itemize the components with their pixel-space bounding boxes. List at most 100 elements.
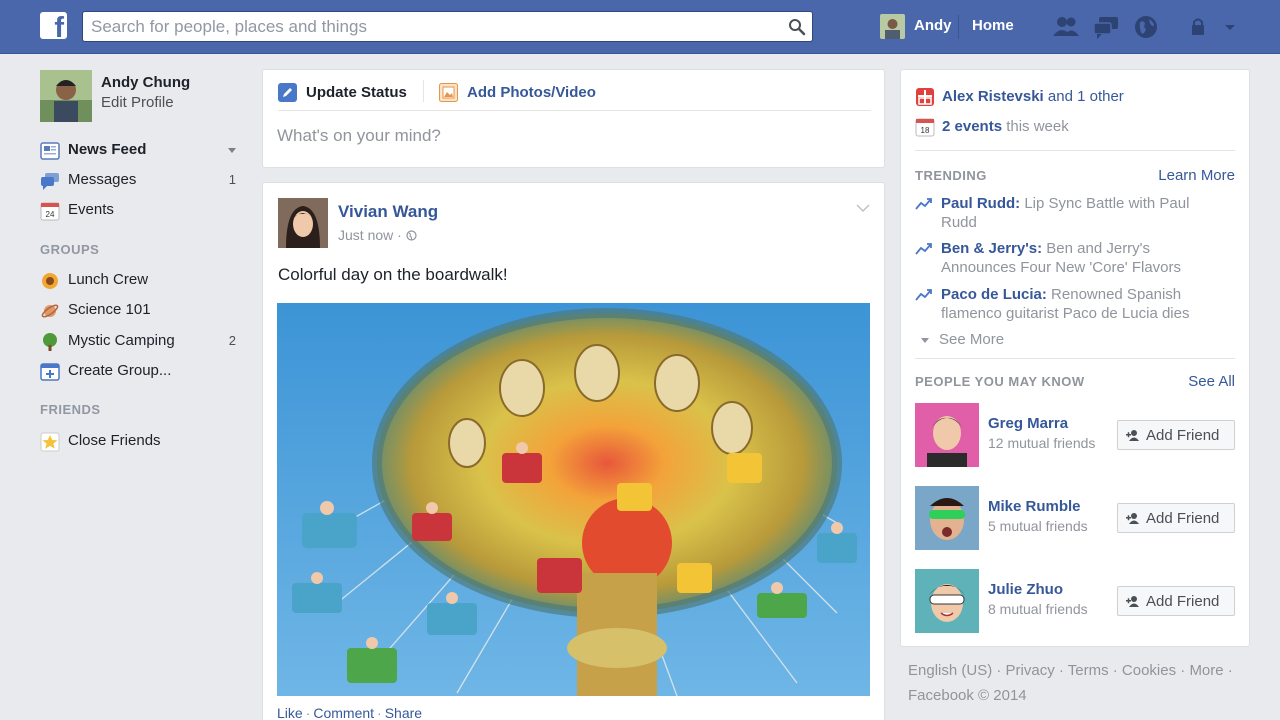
- facebook-logo[interactable]: f: [40, 12, 67, 43]
- sidebar-item-messages[interactable]: Messages 1: [38, 168, 242, 192]
- trending-topic[interactable]: Paul Rudd:: [941, 195, 1020, 212]
- tree-icon: [43, 333, 57, 351]
- add-friend-button[interactable]: Add Friend: [1117, 503, 1235, 533]
- edit-profile-link[interactable]: Edit Profile: [101, 94, 174, 111]
- photo-icon: [439, 83, 458, 102]
- events-count-link[interactable]: 2 events: [942, 118, 1002, 135]
- chevron-down-icon[interactable]: [1222, 14, 1238, 40]
- trending-topic[interactable]: Paco de Lucia:: [941, 286, 1047, 303]
- birthday-rest[interactable]: and 1 other: [1048, 88, 1124, 105]
- mutual-friends-count[interactable]: 8 mutual friends: [988, 601, 1088, 617]
- sidebar-item-create-group[interactable]: Create Group...: [38, 359, 242, 383]
- see-all-link[interactable]: See All: [1188, 373, 1235, 390]
- suggested-friend: Greg Marra 12 mutual friends Add Friend: [915, 403, 1235, 467]
- suggested-friend-name[interactable]: Greg Marra: [988, 415, 1068, 432]
- post-timestamp[interactable]: Just now: [338, 227, 393, 243]
- pencil-icon: [278, 83, 297, 102]
- post-author-avatar[interactable]: [278, 198, 328, 248]
- sidebar-item-count: 1: [228, 172, 236, 187]
- share-link[interactable]: Share: [385, 705, 422, 720]
- trending-text: Paco de Lucia: Renowned Spanish flamenco…: [941, 285, 1211, 323]
- sidebar-item-lunch-crew[interactable]: Lunch Crew: [38, 268, 242, 292]
- sidebar-item-label: Lunch Crew: [68, 271, 149, 288]
- notifications-globe-icon[interactable]: [1132, 14, 1160, 40]
- mutual-friends-count[interactable]: 12 mutual friends: [988, 435, 1095, 451]
- post-options-chevron-icon[interactable]: [856, 203, 870, 213]
- sidebar-item-label: Messages: [68, 171, 137, 188]
- add-friend-icon: [1126, 430, 1139, 441]
- post-timestamp-row: Just now ·: [338, 227, 417, 243]
- sunflower-icon: [42, 273, 58, 289]
- swing-carousel-photo: [277, 303, 870, 696]
- sidebar-item-news-feed[interactable]: News Feed: [38, 138, 242, 162]
- composer-divider: [278, 110, 871, 111]
- action-separator: ·: [305, 705, 311, 720]
- top-user-avatar[interactable]: [880, 14, 905, 39]
- section-divider: [915, 150, 1235, 151]
- section-divider: [915, 358, 1235, 359]
- sidebar-item-science-101[interactable]: Science 101: [38, 298, 242, 322]
- add-friend-label: Add Friend: [1146, 510, 1220, 527]
- expand-caret-icon: [921, 337, 929, 343]
- birthday-person-link[interactable]: Alex Ristevski: [942, 88, 1044, 105]
- add-friend-button[interactable]: Add Friend: [1117, 586, 1235, 616]
- privacy-lock-icon[interactable]: [1188, 14, 1216, 40]
- trending-header: TRENDING: [915, 168, 987, 183]
- calendar-day-number: 18: [921, 126, 930, 135]
- tab-label: Add Photos/Video: [467, 84, 596, 101]
- planet-icon: [41, 304, 59, 318]
- sidebar-item-mystic-camping[interactable]: Mystic Camping 2: [38, 329, 242, 353]
- sidebar-item-close-friends[interactable]: Close Friends: [38, 429, 242, 453]
- trending-text: Ben & Jerry's: Ben and Jerry's Announces…: [941, 239, 1211, 277]
- add-friend-icon: [1126, 513, 1139, 524]
- post-author-name[interactable]: Vivian Wang: [338, 202, 438, 222]
- search-input[interactable]: [91, 12, 781, 41]
- like-link[interactable]: Like: [277, 705, 303, 720]
- add-friend-button[interactable]: Add Friend: [1117, 420, 1235, 450]
- tab-label: Update Status: [306, 84, 407, 101]
- see-more-label: See More: [939, 331, 1005, 348]
- profile-avatar[interactable]: [40, 70, 92, 122]
- star-icon: [40, 432, 60, 452]
- post-photo[interactable]: [277, 303, 870, 696]
- mutual-friends-count[interactable]: 5 mutual friends: [988, 518, 1088, 534]
- post-text: Colorful day on the boardwalk!: [278, 265, 508, 284]
- sidebar-item-label: Mystic Camping: [68, 332, 175, 349]
- top-user-name[interactable]: Andy: [914, 17, 952, 34]
- calendar-icon: 18: [915, 118, 935, 137]
- messages-icon: [41, 173, 59, 190]
- profile-name[interactable]: Andy Chung: [101, 74, 190, 91]
- suggested-friend-name[interactable]: Julie Zhuo: [988, 581, 1063, 598]
- trending-text: Paul Rudd: Lip Sync Battle with Paul Rud…: [941, 194, 1211, 232]
- suggested-friend-photo[interactable]: [915, 403, 979, 467]
- suggested-friend-photo[interactable]: [915, 569, 979, 633]
- friend-requests-icon[interactable]: [1052, 14, 1080, 40]
- birthday-text: Alex Ristevski and 1 other: [942, 88, 1124, 105]
- sidebar-item-label: Close Friends: [68, 432, 161, 449]
- sidebar-item-label: Events: [68, 201, 114, 218]
- sidebar-item-count: 2: [228, 333, 236, 348]
- calendar-icon: 24: [40, 202, 60, 221]
- sidebar-item-events[interactable]: 24 Events: [38, 198, 242, 222]
- right-sidebar: Alex Ristevski and 1 other 18 2 events t…: [900, 69, 1250, 647]
- meta-dot: ·: [397, 227, 406, 243]
- suggested-friend-photo[interactable]: [915, 486, 979, 550]
- dropdown-caret-icon[interactable]: [228, 148, 236, 153]
- create-group-icon: [40, 363, 60, 381]
- birthday-gift-icon: [916, 88, 934, 106]
- public-globe-icon[interactable]: [406, 230, 417, 241]
- learn-more-link[interactable]: Learn More: [1158, 167, 1235, 184]
- suggested-friend-name[interactable]: Mike Rumble: [988, 498, 1081, 515]
- see-more-link[interactable]: See More: [921, 331, 1004, 348]
- status-input[interactable]: [277, 126, 867, 146]
- search-icon[interactable]: [788, 18, 806, 36]
- post-actions: Like · Comment · Share: [277, 705, 422, 720]
- footer-links[interactable]: English (US) · Privacy · Terms · Cookies…: [908, 658, 1248, 683]
- messages-icon[interactable]: [1092, 14, 1120, 40]
- trending-topic[interactable]: Ben & Jerry's:: [941, 240, 1042, 257]
- comment-link[interactable]: Comment: [313, 705, 374, 720]
- footer-copyright: Facebook © 2014: [908, 687, 1027, 704]
- home-link[interactable]: Home: [972, 17, 1014, 34]
- add-friend-icon: [1126, 596, 1139, 607]
- suggested-friend: Julie Zhuo 8 mutual friends Add Friend: [915, 569, 1235, 633]
